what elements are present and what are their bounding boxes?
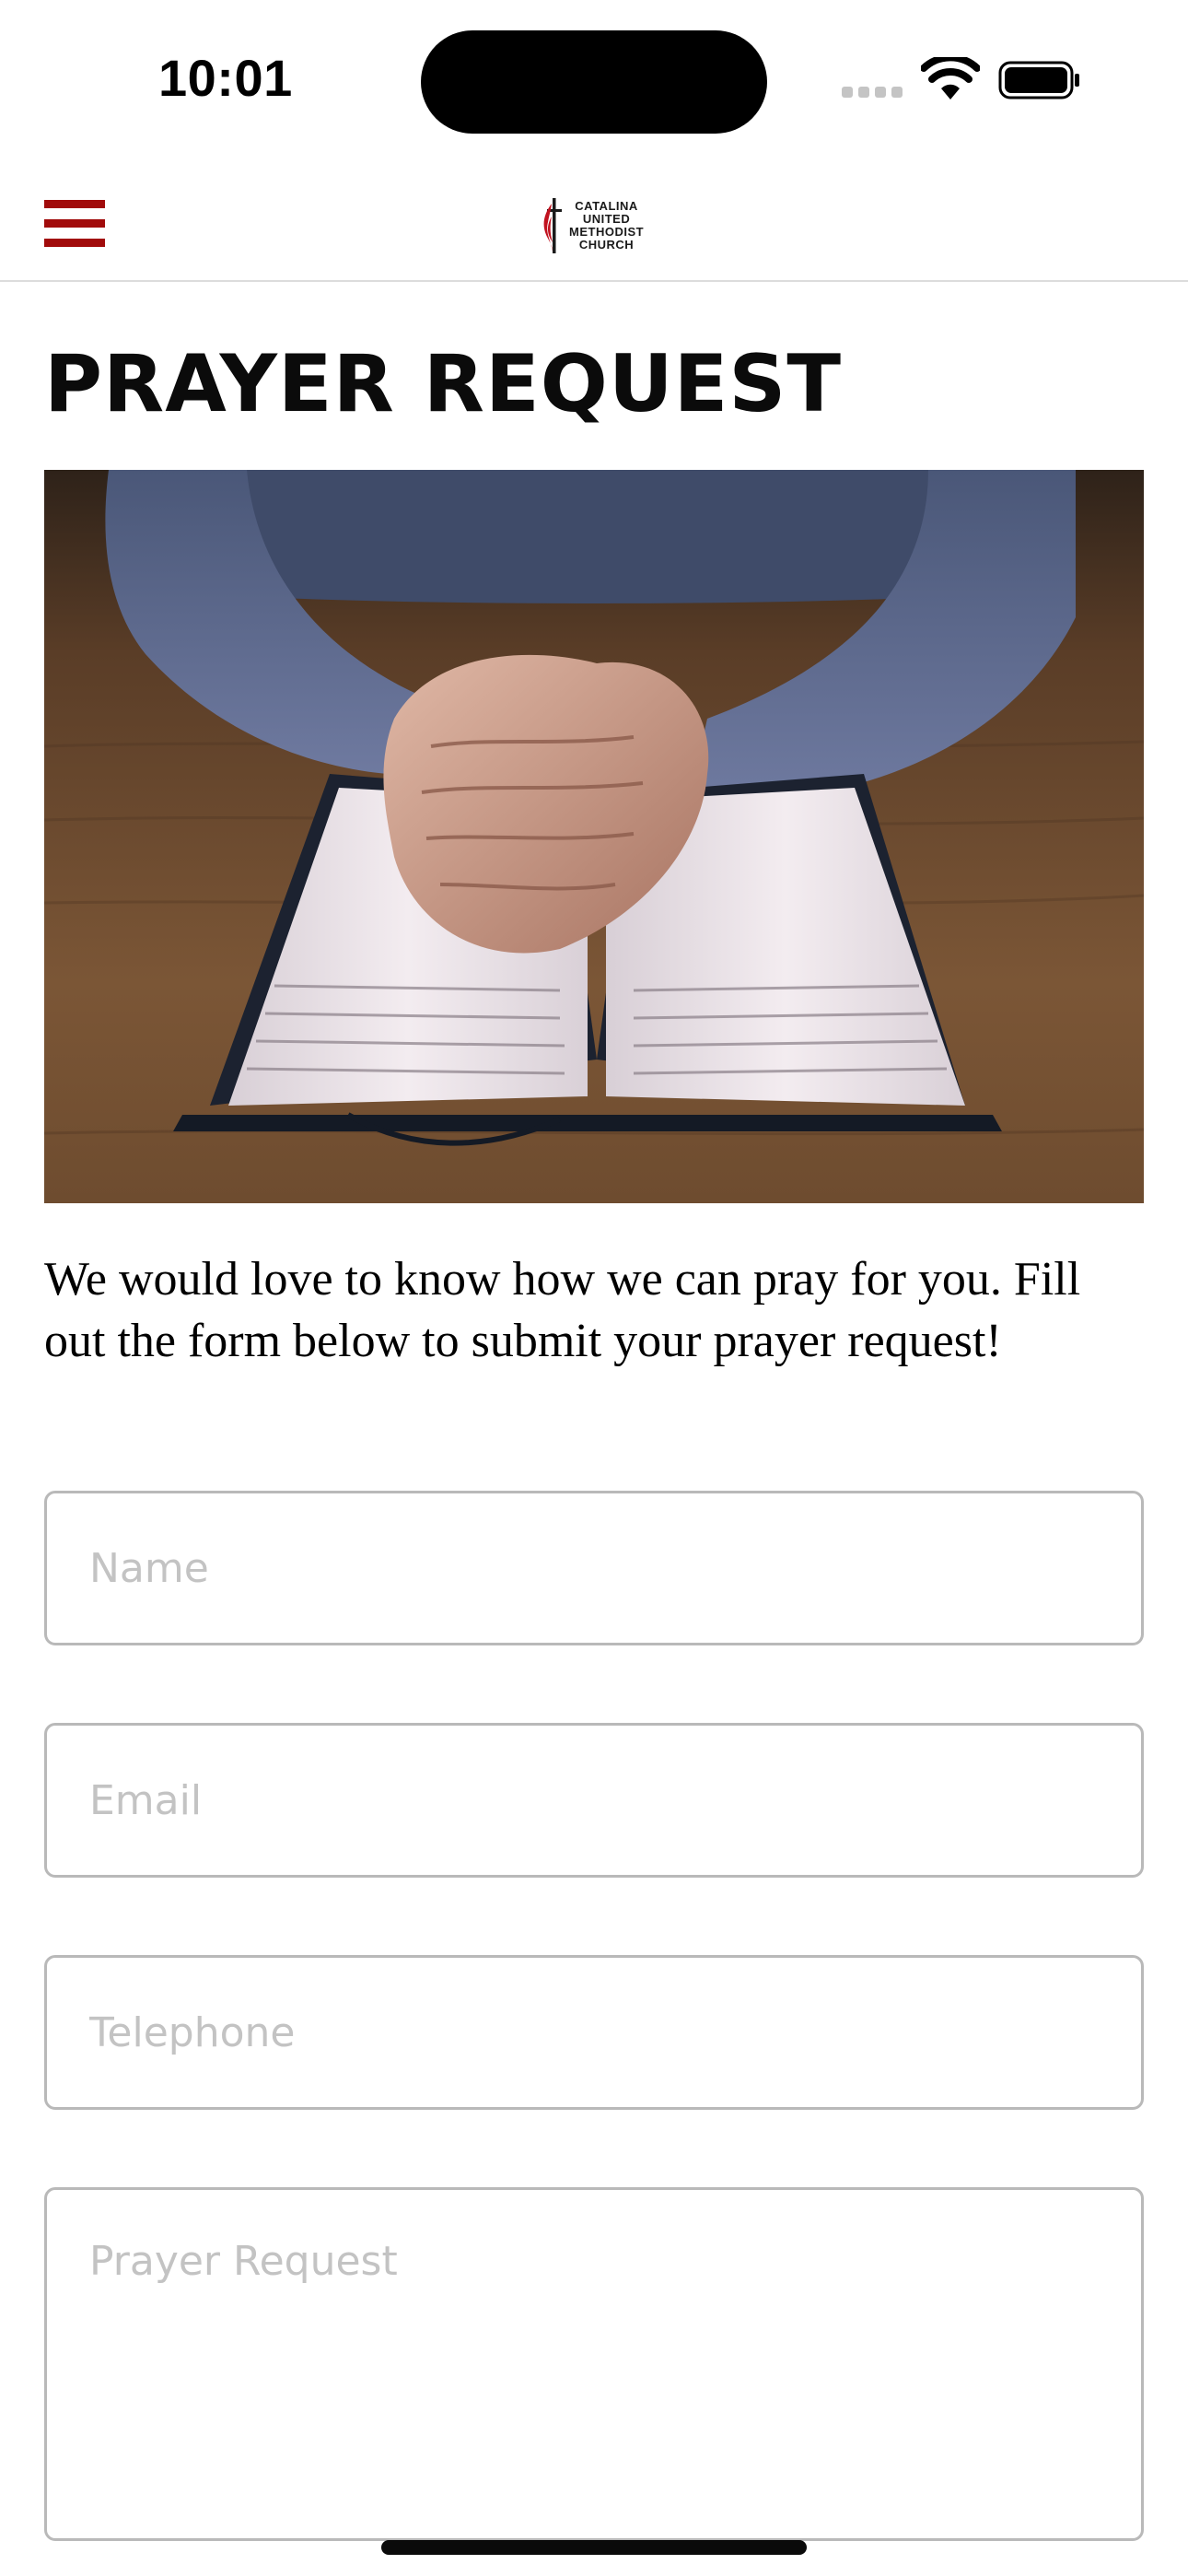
- dynamic-island: [421, 30, 767, 134]
- status-time: 10:01: [158, 49, 293, 107]
- name-field[interactable]: [44, 1491, 1144, 1645]
- email-field[interactable]: [44, 1723, 1144, 1878]
- battery-icon: [998, 61, 1079, 100]
- status-bar: 10:01: [0, 0, 1188, 161]
- hero-image: [44, 470, 1144, 1203]
- page-title: PRAYER REQUEST: [44, 338, 843, 430]
- logo-wordmark: CATALINA UNITED METHODIST CHURCH: [569, 199, 645, 252]
- hamburger-menu-icon: [44, 200, 105, 208]
- prayer-request-field[interactable]: [44, 2187, 1144, 2541]
- hamburger-menu-button[interactable]: [44, 200, 105, 248]
- app-header: CATALINA UNITED METHODIST CHURCH: [0, 161, 1188, 282]
- praying-hands-on-bible-image: [44, 470, 1144, 1203]
- home-indicator[interactable]: [381, 2540, 807, 2555]
- telephone-field[interactable]: [44, 1955, 1144, 2110]
- wifi-icon: [921, 57, 980, 100]
- cross-and-flame-icon: [543, 198, 562, 253]
- cellular-signal-icon: [842, 87, 903, 98]
- intro-text: We would love to know how we can pray fo…: [44, 1253, 1081, 1367]
- church-logo[interactable]: CATALINA UNITED METHODIST CHURCH: [542, 195, 650, 256]
